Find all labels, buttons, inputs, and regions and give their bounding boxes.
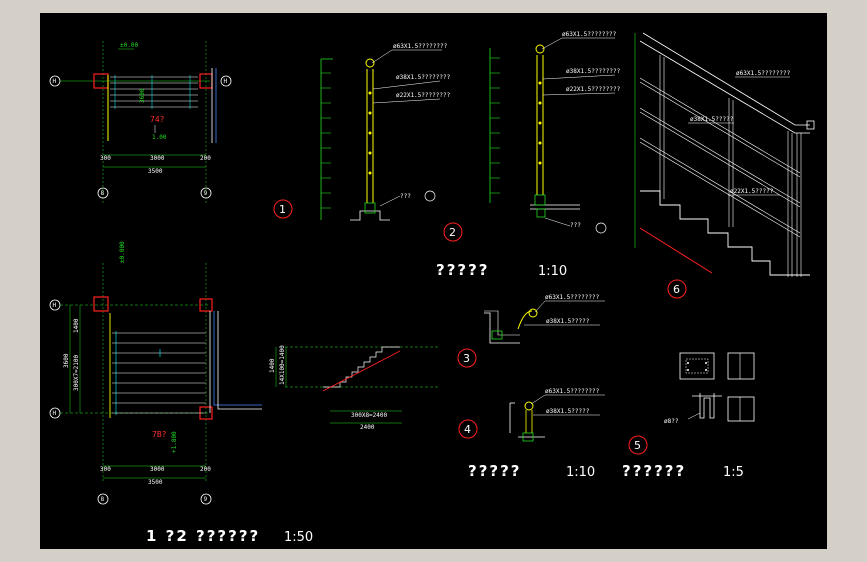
dim-run: 300X8=2400 [351, 412, 388, 419]
detail-5: ø8?? 5 [628, 352, 755, 455]
detail-number: 5 [634, 439, 641, 452]
title-details-5: ?????? [622, 462, 686, 480]
scale-details-12: 1:10 [538, 264, 567, 279]
title-plans: 1 ?2 ?????? [146, 527, 260, 545]
dim-total: 3500 [148, 479, 163, 486]
small-tag: 1.00 [152, 134, 167, 141]
level-tag-bottom: +1.800 [171, 431, 178, 453]
detail-number: 1 [279, 203, 286, 216]
axis-label: H [224, 78, 228, 85]
dim-height: 1400 [269, 358, 276, 373]
title-details-34: ????? [468, 462, 522, 480]
pipe-label-low: ø22X1.5???????? [396, 92, 451, 99]
dim-total: 3500 [148, 168, 163, 175]
detail-1: ø63X1.5???????? ø38X1.5???????? ø22X1.5?… [273, 43, 451, 221]
pipe-label-mid: ø38X1.5???????? [396, 74, 451, 81]
dim-mid: 3000 [150, 466, 165, 473]
detail-number: 2 [449, 226, 456, 239]
cad-viewer-frame: H H ±0.00 3600 74? 1.00 300 3000 200 350… [0, 0, 867, 562]
pipe-label-low: ø22X1.5???????? [566, 86, 621, 93]
dim-right: 200 [200, 155, 211, 162]
level-tag-top: ±0.000 [119, 241, 126, 263]
axis-label: 9 [204, 190, 208, 197]
pipe-label-top: ø63X1.5???????? [545, 388, 600, 395]
dim-mid: 3000 [150, 155, 165, 162]
scale-details-34: 1:10 [566, 465, 595, 480]
detail-number: 4 [464, 423, 471, 436]
dim-total: 2400 [360, 424, 375, 431]
red-mark: 74? [150, 115, 165, 124]
scale-plans: 1:50 [284, 530, 313, 545]
pipe-label-low: ø38X1.5????? [546, 408, 590, 415]
level-tag: ±0.00 [120, 42, 138, 49]
note: ø8?? [664, 418, 679, 425]
drawing-canvas[interactable]: H H ±0.00 3600 74? 1.00 300 3000 200 350… [40, 13, 827, 549]
axis-label: 8 [101, 190, 105, 197]
pipe-label-top: ø63X1.5???????? [736, 70, 791, 77]
detail-6: ø63X1.5???????? ø38X1.5????? ø22X1.5????… [634, 32, 815, 299]
dim-v-total: 3600 [63, 353, 70, 368]
stair-section: 1400 14X100=1400 300X8=2400 2400 [269, 345, 440, 431]
pipe-label-top: ø63X1.5???????? [562, 31, 617, 38]
detail-number: 6 [673, 283, 680, 296]
axis-label: H [53, 410, 57, 417]
red-mark: 7B? [152, 430, 167, 439]
pipe-label-mid: ø38X1.5???????? [566, 68, 621, 75]
pipe-label-low: ø22X1.5????? [730, 188, 774, 195]
axis-label: H [53, 78, 57, 85]
pipe-label-top: ø63X1.5???????? [393, 43, 448, 50]
plan-top: H H ±0.00 3600 74? 1.00 300 3000 200 350… [49, 41, 232, 203]
dim-vert-calc: 14X100=1400 [279, 345, 286, 385]
base-note: ??? [400, 193, 411, 200]
plan-bottom: H H ±0.000 7B? +1.800 3600 300X7=2100 14… [49, 241, 262, 505]
axis-label: H [53, 302, 57, 309]
axis-label: 8 [101, 496, 105, 503]
dim-top: 1400 [73, 318, 80, 333]
dim-left: 300 [100, 466, 111, 473]
title-details-12: ????? [436, 261, 490, 279]
column-top-left [93, 296, 109, 312]
dim-right: 200 [200, 466, 211, 473]
detail-3: ø63X1.5???????? ø38X1.5????? 3 [457, 294, 605, 368]
detail-2: ø63X1.5???????? ø38X1.5???????? ø22X1.5?… [443, 31, 621, 242]
scale-details-5: 1:5 [723, 465, 744, 480]
dim-v-sub: 300X7=2100 [73, 354, 80, 391]
axis-label: 9 [204, 496, 208, 503]
pipe-label-top: ø63X1.5???????? [545, 294, 600, 301]
detail-number: 3 [463, 352, 470, 365]
detail-4: ø63X1.5???????? ø38X1.5????? 4 [458, 388, 605, 442]
dim-left: 300 [100, 155, 111, 162]
pipe-label-mid: ø38X1.5????? [690, 116, 734, 123]
base-note: ??? [570, 222, 581, 229]
dim-vertical: 3600 [139, 88, 146, 103]
pipe-label-low: ø38X1.5????? [546, 318, 590, 325]
